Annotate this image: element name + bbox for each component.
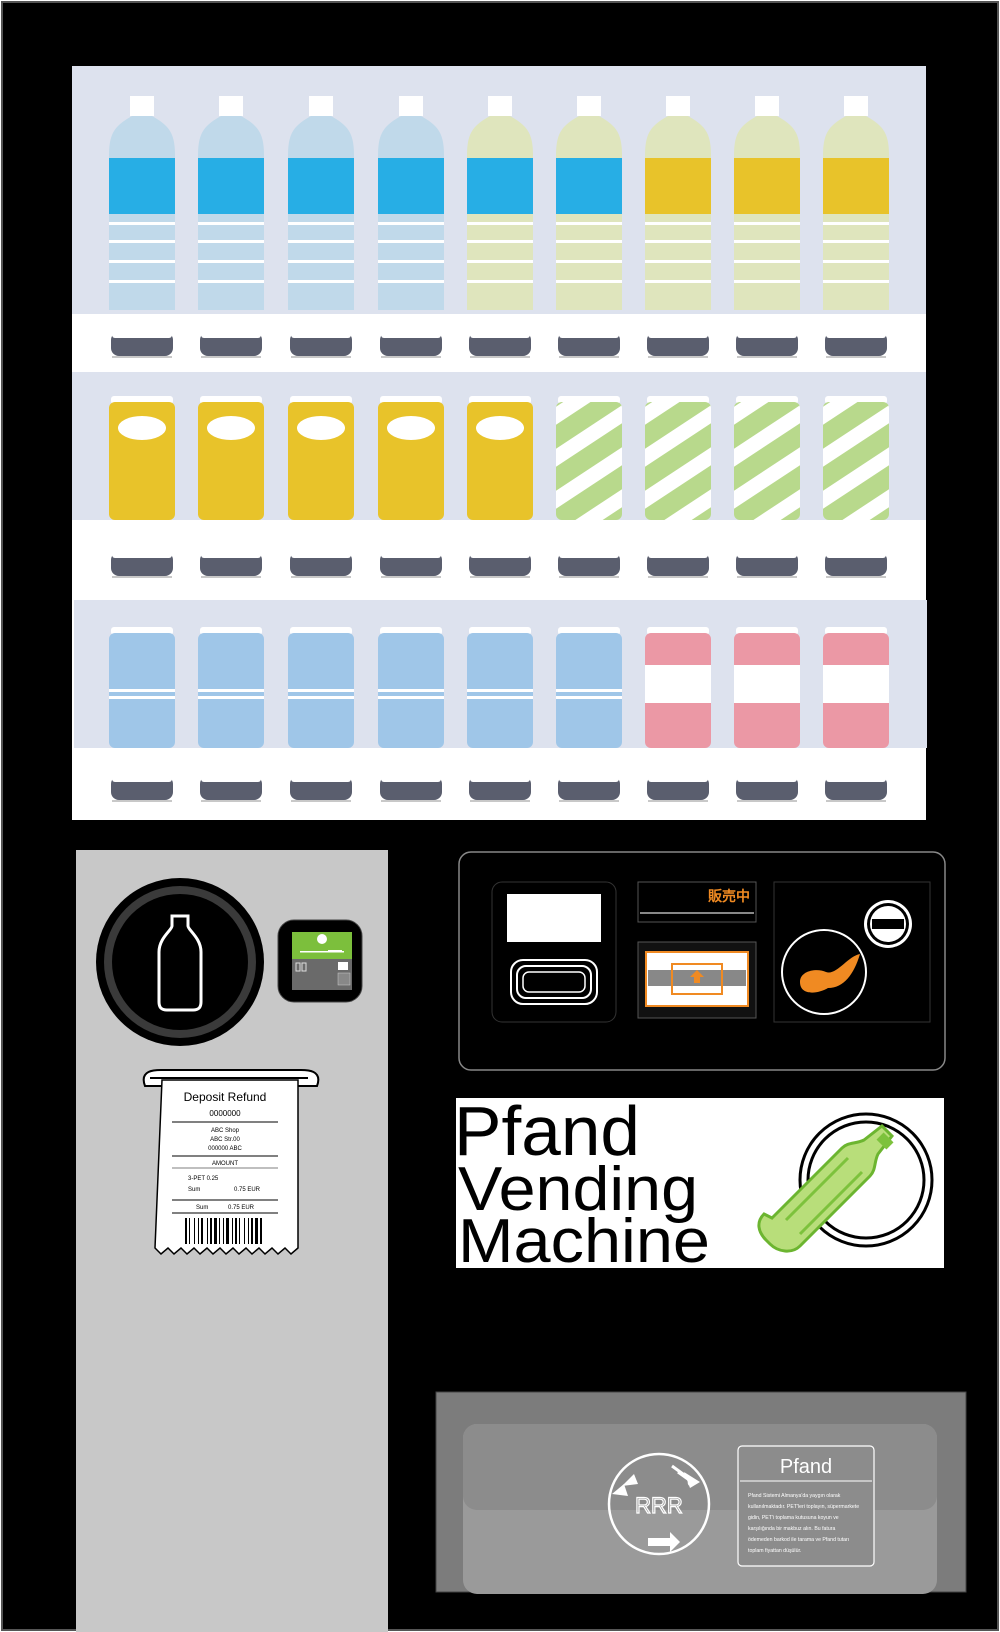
card-reader[interactable] (491, 881, 617, 1023)
select-button[interactable] (647, 776, 709, 802)
select-button[interactable] (290, 332, 352, 358)
select-button[interactable] (469, 552, 531, 578)
water-bottle (378, 96, 444, 310)
control-panel: 販売中 (458, 851, 946, 1071)
water-bottle (109, 96, 175, 310)
select-button[interactable] (111, 332, 173, 358)
vending-machine: Deposit Refund 0000000 ABC Shop ABC Str.… (0, 0, 1000, 1632)
tea-bottle-blue-label (556, 96, 622, 310)
status-display: 販売中 (637, 881, 757, 923)
select-button[interactable] (380, 552, 442, 578)
select-button[interactable] (558, 332, 620, 358)
select-button[interactable] (825, 332, 887, 358)
yellow-can (198, 396, 264, 520)
receipt-shop-street: ABC Str.00 (210, 1137, 240, 1143)
blue-can (198, 627, 264, 748)
yellow-can (109, 396, 175, 520)
select-button[interactable] (558, 776, 620, 802)
select-button[interactable] (111, 776, 173, 802)
select-button[interactable] (380, 332, 442, 358)
check-icon (317, 934, 327, 944)
info-card: Pfand Pfand Sistemi Almanya'da yaygın ol… (737, 1445, 875, 1567)
blue-can (288, 627, 354, 748)
info-card-line: karşılığında bir makbuz alın. Bu fatura (748, 1526, 835, 1532)
coin-module[interactable] (773, 881, 931, 1023)
receipt-shop-name: ABC Shop (211, 1128, 240, 1134)
select-button[interactable] (290, 776, 352, 802)
receipt-amount-label: AMOUNT (212, 1161, 238, 1167)
banner-line3: Machine (458, 1207, 710, 1276)
pfand-banner: Pfand Vending Machine (454, 1092, 944, 1276)
select-button[interactable] (200, 552, 262, 578)
tea-bottle-yellow-label (734, 96, 800, 310)
receipt-item-line: 3-PET 0.25 (188, 1176, 219, 1182)
receipt[interactable]: Deposit Refund 0000000 ABC Shop ABC Str.… (142, 1069, 320, 1256)
receipt-sum-value: 0.75 EUR (234, 1187, 261, 1193)
receipt-number: 0000000 (209, 1109, 241, 1118)
select-button[interactable] (647, 552, 709, 578)
select-button[interactable] (647, 332, 709, 358)
info-card-line: gidin, PET'i toplama kutusuna koyun ve (748, 1515, 839, 1521)
info-card-line: ödemeden barkod ile tarama ve Pfand tuta… (748, 1537, 849, 1543)
blue-can (109, 627, 175, 748)
select-button[interactable] (558, 552, 620, 578)
bottle-return-slot[interactable] (96, 878, 264, 1046)
yellow-can (288, 396, 354, 520)
pink-can (823, 627, 889, 748)
water-bottle (198, 96, 264, 310)
status-sign: 販売中 (708, 888, 750, 905)
select-button[interactable] (469, 332, 531, 358)
select-button[interactable] (380, 776, 442, 802)
tea-bottle-yellow-label (823, 96, 889, 310)
water-bottle (288, 96, 354, 310)
select-button[interactable] (200, 776, 262, 802)
bill-insert-slot[interactable] (637, 941, 757, 1019)
recycle-logo-text: RRR (635, 1493, 683, 1518)
select-button[interactable] (200, 332, 262, 358)
pink-can (645, 627, 711, 748)
return-status-screen[interactable] (277, 919, 363, 1003)
receipt-title: Deposit Refund (184, 1090, 267, 1104)
receipt-shop-zip: 000000 ABC (208, 1146, 242, 1152)
info-card-line: kullanılmaktadır. PET'leri toplayın, süp… (748, 1504, 859, 1510)
pink-can (734, 627, 800, 748)
info-card-line: Pfand Sistemi Almanya'da yaygın olarak (748, 1493, 841, 1499)
select-button[interactable] (469, 776, 531, 802)
receipt-sum-label: Sum (188, 1187, 200, 1193)
select-button[interactable] (736, 332, 798, 358)
tea-bottle-blue-label (467, 96, 533, 310)
select-button[interactable] (111, 552, 173, 578)
select-button[interactable] (736, 776, 798, 802)
select-button[interactable] (736, 552, 798, 578)
pickup-tray[interactable]: RRR Pfand Pfand Sistemi Almanya'da yaygı… (435, 1391, 967, 1594)
yellow-can (378, 396, 444, 520)
info-card-line: toplam fiyattan düşülür. (748, 1548, 801, 1554)
yellow-can (467, 396, 533, 520)
blue-can (467, 627, 533, 748)
return-panel: Deposit Refund 0000000 ABC Shop ABC Str.… (76, 850, 388, 1632)
select-button[interactable] (825, 552, 887, 578)
receipt-total-value: 0.75 EUR (228, 1205, 255, 1211)
info-card-title: Pfand (780, 1456, 832, 1478)
blue-can (378, 627, 444, 748)
select-button[interactable] (825, 776, 887, 802)
tea-bottle-yellow-label (645, 96, 711, 310)
blue-can (556, 627, 622, 748)
select-button[interactable] (290, 552, 352, 578)
receipt-total-label: Sum (196, 1205, 208, 1211)
product-display (72, 66, 927, 820)
